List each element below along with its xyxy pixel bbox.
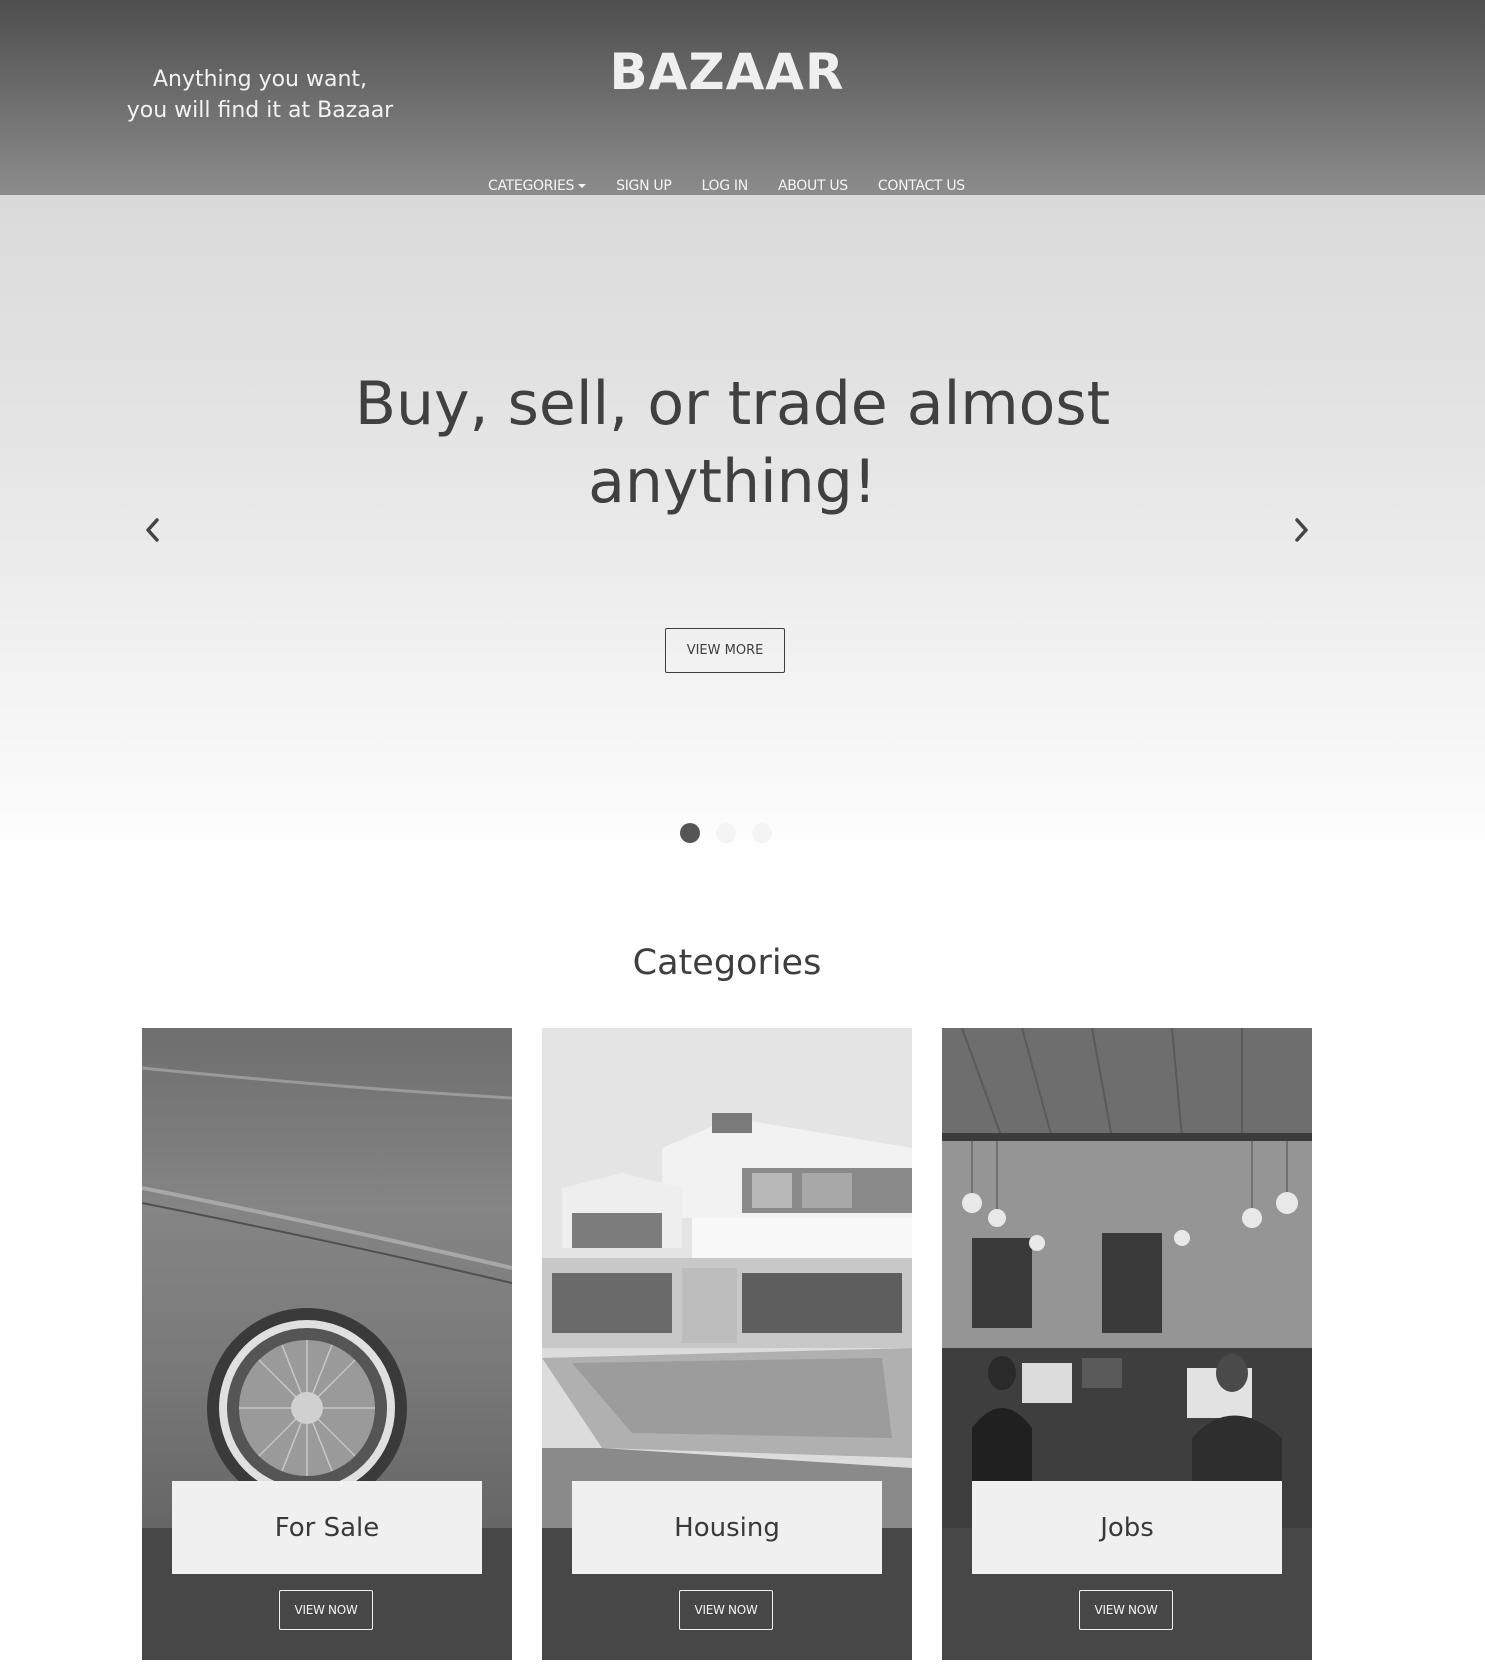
categories-title: Categories <box>632 943 822 983</box>
nav-item-log-in[interactable]: LOG IN <box>701 175 749 197</box>
category-label: Jobs <box>972 1481 1282 1574</box>
carousel-dot[interactable] <box>752 823 772 843</box>
house-image <box>542 1028 912 1528</box>
nav-item-contact-us[interactable]: CONTACT US <box>878 175 965 197</box>
carousel-dot[interactable] <box>716 823 736 843</box>
view-now-button[interactable]: VIEW NOW <box>679 1590 773 1630</box>
hero-carousel: Buy, sell, or trade almost anything! VIE… <box>0 195 1485 865</box>
view-more-button[interactable]: VIEW MORE <box>665 628 785 673</box>
car-image <box>142 1028 512 1528</box>
category-label: For Sale <box>172 1481 482 1574</box>
chevron-right-icon <box>1295 518 1308 542</box>
main-nav: CATEGORIES SIGN UP LOG IN ABOUT US CONTA… <box>488 175 995 197</box>
nav-item-categories[interactable]: CATEGORIES <box>488 175 587 197</box>
tagline-line-2: you will find it at Bazaar <box>126 98 394 123</box>
nav-item-label: SIGN UP <box>616 178 672 194</box>
view-now-button[interactable]: VIEW NOW <box>279 1590 373 1630</box>
nav-item-label: CATEGORIES <box>488 178 575 194</box>
nav-item-label: ABOUT US <box>777 178 848 194</box>
nav-item-label: CONTACT US <box>877 178 965 194</box>
site-logo[interactable]: BAZAAR <box>560 40 894 104</box>
nav-item-sign-up[interactable]: SIGN UP <box>616 175 672 197</box>
site-tagline: Anything you want, you will find it at B… <box>110 64 410 126</box>
view-now-button[interactable]: VIEW NOW <box>1079 1590 1173 1630</box>
chevron-left-icon <box>146 518 159 542</box>
category-card-for-sale[interactable]: For Sale VIEW NOW <box>142 1028 512 1660</box>
category-card-housing[interactable]: Housing VIEW NOW <box>542 1028 912 1660</box>
site-header: Anything you want, you will find it at B… <box>0 0 1485 195</box>
nav-item-label: LOG IN <box>701 178 749 194</box>
office-image <box>942 1028 1312 1528</box>
caret-down-icon <box>578 184 587 188</box>
carousel-indicators <box>680 823 772 843</box>
category-label: Housing <box>572 1481 882 1574</box>
tagline-line-1: Anything you want, <box>152 67 368 92</box>
category-card-jobs[interactable]: Jobs VIEW NOW <box>942 1028 1312 1660</box>
carousel-dot[interactable] <box>680 823 700 843</box>
carousel-next-button[interactable] <box>1286 515 1316 545</box>
nav-item-about-us[interactable]: ABOUT US <box>778 175 848 197</box>
hero-title: Buy, sell, or trade almost anything! <box>354 369 1111 517</box>
carousel-prev-button[interactable] <box>138 515 168 545</box>
